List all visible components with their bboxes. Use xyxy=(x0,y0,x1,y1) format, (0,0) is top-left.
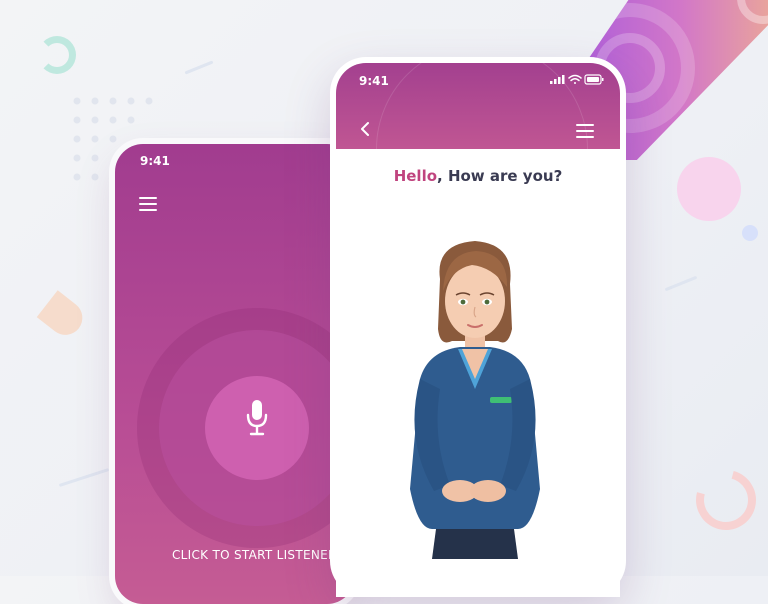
hamburger-menu-icon[interactable] xyxy=(576,124,594,138)
listening-screen-phone: 9:41 CLICK TO START LISTENENING xyxy=(115,144,355,604)
battery-icon xyxy=(584,74,604,85)
decor-ring-teal xyxy=(38,36,76,74)
chevron-left-icon[interactable] xyxy=(358,121,372,137)
decor-pink-circle xyxy=(677,157,741,221)
decor-half-circle xyxy=(36,290,90,342)
greeting-rest: , How are you? xyxy=(437,167,563,185)
greeting-heading: Hello, How are you? xyxy=(336,167,620,185)
decor-dash xyxy=(664,275,698,292)
decor-ring-pink xyxy=(685,459,767,541)
wifi-icon xyxy=(568,74,582,84)
status-time: 9:41 xyxy=(140,154,170,168)
hamburger-menu-icon[interactable] xyxy=(139,197,157,211)
start-listening-button[interactable]: CLICK TO START LISTENENING xyxy=(172,548,355,562)
microphone-icon[interactable] xyxy=(245,398,269,438)
decor-dash xyxy=(184,60,214,75)
avatar-screen-phone: 9:41 Hello, How are you? xyxy=(330,57,626,597)
avatar-screen: 9:41 Hello, How are you? xyxy=(336,63,620,597)
decor-blue-dot xyxy=(742,225,758,241)
decor-dash xyxy=(58,468,110,487)
signal-icon xyxy=(550,75,565,84)
status-time: 9:41 xyxy=(359,74,389,88)
assistant-avatar xyxy=(410,241,540,559)
greeting-hello: Hello xyxy=(393,167,438,185)
app-header: 9:41 xyxy=(336,63,620,149)
status-icons xyxy=(550,74,604,85)
